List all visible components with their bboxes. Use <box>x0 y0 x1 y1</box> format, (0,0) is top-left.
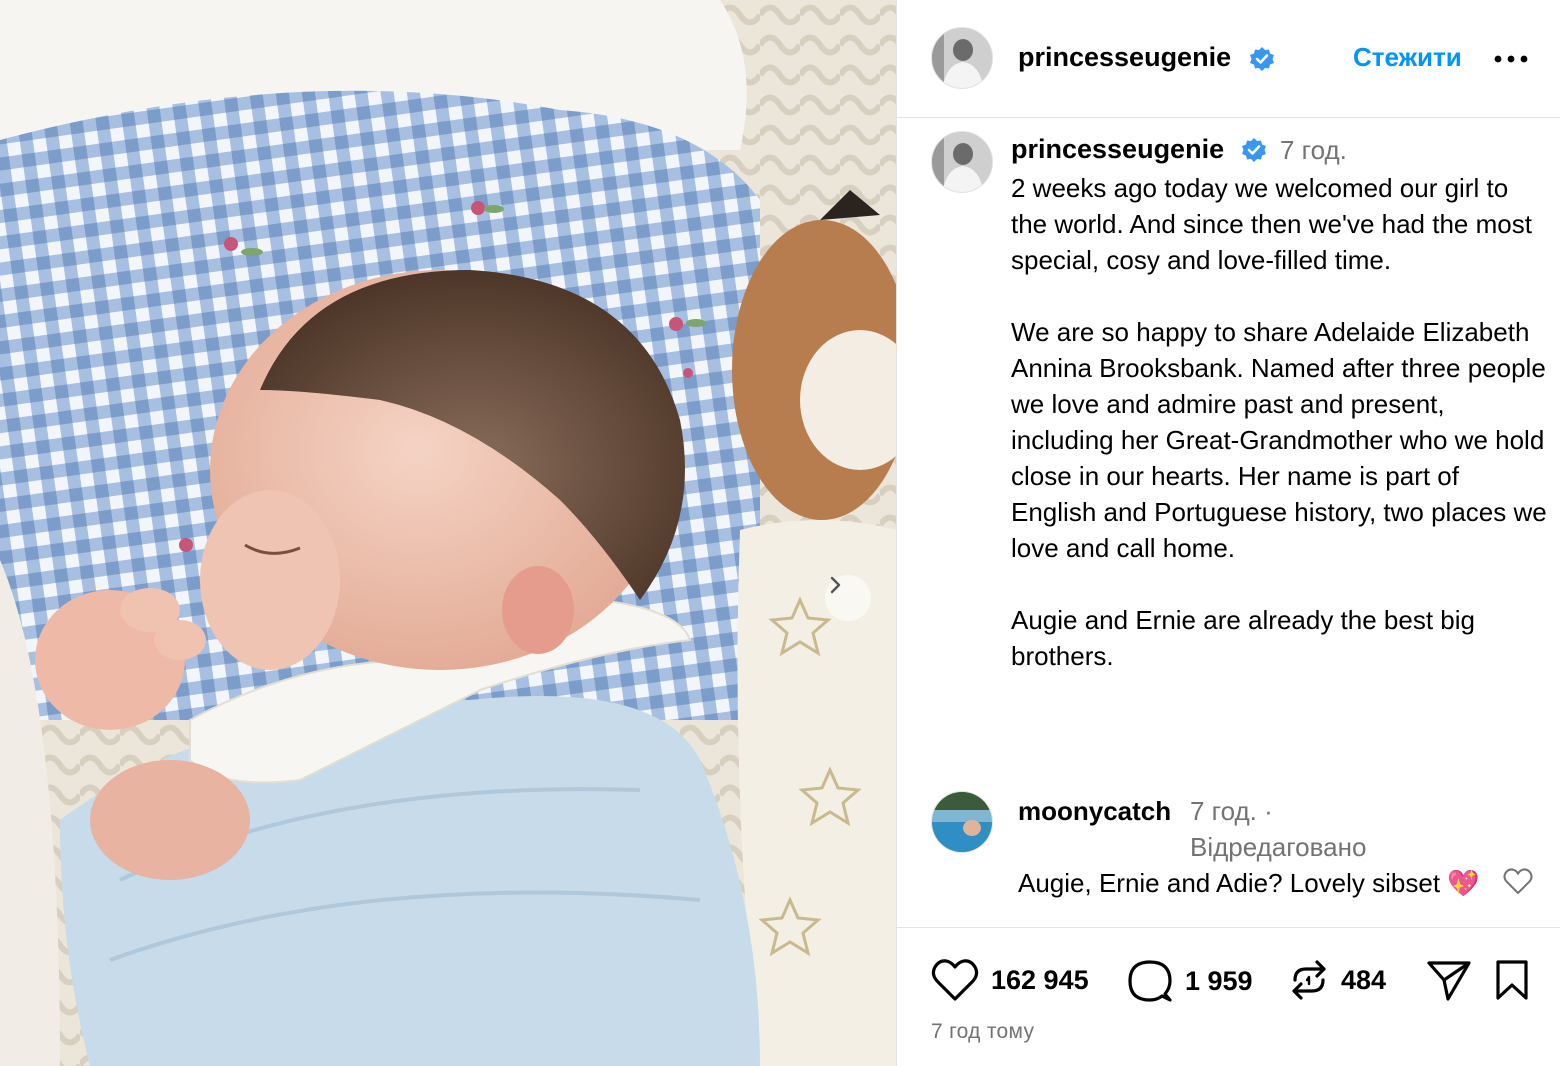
follow-button[interactable]: Стежити <box>1353 42 1462 73</box>
likes-count: 162 945 <box>991 964 1089 995</box>
caption-text: 2 weeks ago today we welcomed our girl t… <box>1011 170 1547 710</box>
comment-button[interactable]: 1 959 <box>1127 958 1253 1004</box>
share-button[interactable] <box>1426 958 1472 1002</box>
caption-username[interactable]: princesseugenie <box>1011 134 1224 165</box>
avatar[interactable] <box>931 27 993 89</box>
paper-plane-icon <box>1427 961 1471 1001</box>
caption-timestamp: 7 год. <box>1280 135 1347 165</box>
reposts-count: 484 <box>1341 964 1387 995</box>
comment-bubble-icon <box>1128 960 1172 1002</box>
post-header: princesseugenie Стежити <box>897 0 1560 118</box>
caption-paragraph: 2 weeks ago today we welcomed our girl t… <box>1011 173 1532 275</box>
heart-icon <box>931 959 979 1001</box>
heart-icon[interactable] <box>1503 867 1533 895</box>
comment-timestamp: 7 год. · <box>1190 796 1273 826</box>
ellipsis-icon[interactable] <box>1494 55 1528 63</box>
header-username[interactable]: princesseugenie <box>1018 42 1231 73</box>
chevron-right-icon <box>830 576 841 594</box>
comment-meta: 7 год. · Відредаговано <box>1190 793 1420 865</box>
comments-count: 1 959 <box>1185 965 1253 996</box>
next-photo-button[interactable] <box>825 575 871 621</box>
avatar[interactable] <box>931 131 993 193</box>
like-button[interactable]: 162 945 <box>931 958 1089 1002</box>
avatar[interactable] <box>931 791 993 853</box>
save-button[interactable] <box>1494 958 1530 1002</box>
comment-edited-label: Відредаговано <box>1190 832 1367 862</box>
profile-photo <box>932 792 992 852</box>
caption-paragraph: Augie and Ernie are already the best big… <box>1011 605 1475 671</box>
profile-photo <box>932 28 992 88</box>
post-actions: 162 945 1 959 484 7 год тому <box>897 927 1560 1066</box>
comments-scroll-area[interactable]: princesseugenie 7 год. 2 weeks ago today… <box>897 119 1560 927</box>
bookmark-icon <box>1496 960 1528 1000</box>
verified-badge-icon <box>1250 47 1274 71</box>
repost-button[interactable]: 484 <box>1289 958 1386 1002</box>
post-date[interactable]: 7 год тому <box>931 1020 1034 1044</box>
post-side-panel: princesseugenie Стежити princesseugenie <box>896 0 1560 1066</box>
profile-photo <box>932 132 992 192</box>
post-image <box>0 0 896 1066</box>
comment-username[interactable]: moonycatch <box>1018 793 1178 829</box>
repost-icon <box>1292 960 1326 1000</box>
caption-paragraph: We are so happy to share Adelaide Elizab… <box>1011 317 1547 563</box>
verified-badge-icon <box>1242 138 1266 162</box>
comment-text: Augie, Ernie and Adie? Lovely sibset 💖 <box>1018 868 1480 898</box>
